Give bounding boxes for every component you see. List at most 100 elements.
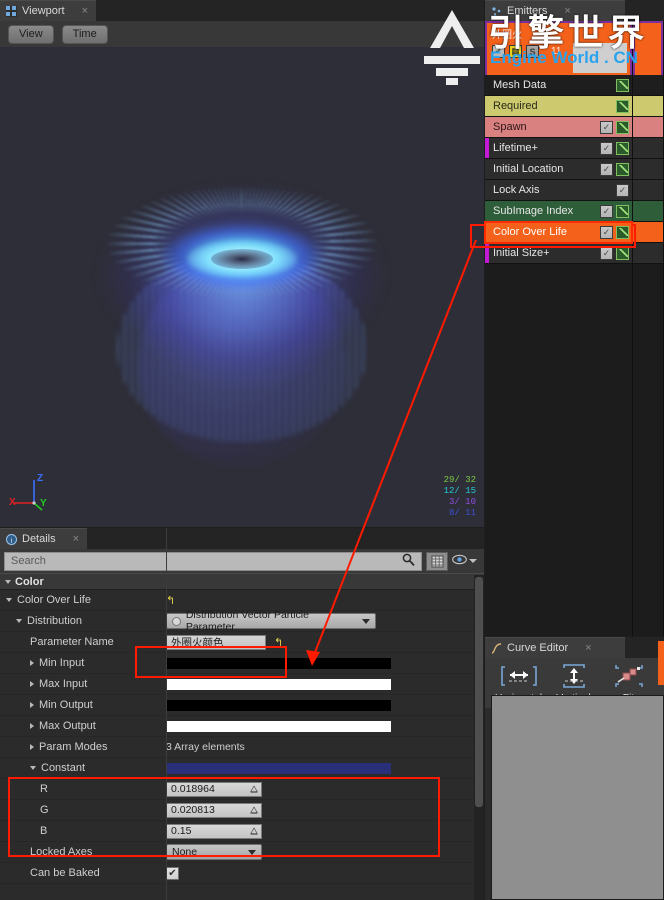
view-button[interactable]: View — [8, 24, 54, 44]
emitter-module-row-partial[interactable] — [633, 159, 663, 180]
distribution-dropdown[interactable]: Distribution Vector Particle Parameter — [166, 609, 376, 633]
parameter-name-input[interactable]: 外圈火颜色 — [166, 634, 266, 650]
emitter-module-row[interactable]: Initial Location ✓ — [485, 159, 632, 180]
property-row[interactable]: Distribution Distribution Vector Particle… — [0, 528, 484, 900]
module-enable-checkbox[interactable]: ✓ — [600, 225, 613, 239]
emitter-module-row[interactable]: Color Over Life ✓ — [484, 221, 633, 244]
module-curve-icon[interactable] — [616, 204, 629, 218]
module-curve-icon[interactable] — [616, 99, 629, 113]
module-curve-icon[interactable] — [616, 162, 629, 176]
viewport-canvas[interactable]: Z Y X 29/ 32 12/ 15 3/ 10 8/ 11 — [0, 47, 484, 527]
revert-icon[interactable]: ↰ — [166, 594, 175, 607]
emitter-module-row-partial[interactable] — [633, 201, 663, 222]
search-input[interactable]: Search — [4, 551, 422, 571]
emitter-module-row[interactable]: SubImage Index ✓ — [485, 201, 632, 222]
tab-curve-editor[interactable]: Curve Editor × — [485, 637, 625, 658]
color-swatch-black[interactable] — [166, 657, 391, 669]
property-row[interactable]: Parameter Name 外圈火颜色 ↰ — [0, 528, 484, 900]
property-row[interactable]: B 0.15 ⧋ — [0, 528, 484, 900]
color-swatch-white[interactable] — [166, 720, 391, 732]
close-icon[interactable]: × — [564, 5, 570, 17]
emitter-module-row[interactable]: Lifetime+ ✓ — [485, 138, 632, 159]
drag-spinner-icon[interactable]: ⧋ — [250, 805, 258, 816]
numeric-input-b[interactable]: 0.15 ⧋ — [166, 823, 262, 839]
can-be-baked-checkbox[interactable]: ✔ — [166, 866, 179, 880]
emitter-module-row-partial[interactable] — [633, 222, 663, 243]
module-enable-checkbox[interactable]: ✓ — [600, 204, 613, 218]
module-enable-checkbox[interactable]: ✓ — [600, 120, 613, 134]
module-enable-checkbox[interactable]: ✓ — [600, 246, 613, 260]
close-icon[interactable]: × — [585, 642, 591, 654]
locked-axes-dropdown[interactable]: None — [166, 844, 262, 860]
details-scrollbar-thumb[interactable] — [475, 577, 483, 807]
details-scrollbar[interactable] — [474, 575, 484, 900]
numeric-input-r[interactable]: 0.018964 ⧋ — [166, 781, 262, 797]
module-curve-icon[interactable] — [616, 78, 629, 92]
chevron-down-icon[interactable] — [469, 555, 477, 567]
curve-tabstrip: Curve Editor × — [485, 637, 664, 658]
chevron-right-icon[interactable] — [30, 723, 34, 729]
emitter-column[interactable]: 外圈火 ✔ ▦ S 11 Mesh Data Required Spawn ✓ Lifetime+… — [484, 21, 633, 636]
emitter-detail-mode-icon[interactable]: ▦ — [509, 45, 522, 58]
property-row[interactable]: Can be Baked ✔ — [0, 528, 484, 900]
search-icon[interactable] — [402, 553, 415, 569]
module-enable-checkbox[interactable]: ✓ — [600, 162, 613, 176]
close-icon[interactable]: × — [82, 5, 88, 17]
time-button[interactable]: Time — [61, 24, 108, 44]
emitter-module-row-partial[interactable] — [633, 138, 663, 159]
tab-details[interactable]: i Details × — [0, 528, 88, 549]
emitter-module-row-partial[interactable] — [633, 243, 663, 264]
close-icon[interactable]: × — [73, 533, 79, 545]
emitter-header[interactable]: 外圈火 ✔ ▦ S 11 — [485, 21, 632, 75]
emitter-enable-checkbox[interactable]: ✔ — [492, 45, 505, 58]
emitter-module-row-partial[interactable] — [633, 180, 663, 201]
revert-icon[interactable]: ↰ — [274, 636, 283, 649]
property-row[interactable]: Locked Axes None — [0, 528, 484, 900]
module-curve-icon[interactable] — [616, 246, 629, 260]
property-row[interactable]: Min Output — [0, 528, 484, 900]
drag-spinner-icon[interactable]: ⧋ — [250, 826, 258, 837]
module-curve-icon[interactable] — [616, 141, 629, 155]
chevron-down-icon[interactable] — [16, 619, 22, 623]
emitter-module-row-partial[interactable] — [633, 96, 663, 117]
property-row[interactable]: Param Modes 3 Array elements — [0, 528, 484, 900]
chevron-right-icon[interactable] — [30, 681, 34, 687]
module-curve-icon[interactable] — [616, 225, 629, 239]
property-row[interactable]: Max Input — [0, 528, 484, 900]
color-swatch-constant[interactable] — [166, 762, 391, 774]
property-row[interactable]: Color Over Life ↰ — [0, 528, 484, 900]
chevron-down-icon[interactable] — [6, 598, 12, 602]
curve-editor-graph-area[interactable] — [491, 695, 664, 900]
property-row[interactable]: R 0.018964 ⧋ — [0, 528, 484, 900]
module-enable-checkbox[interactable]: ✓ — [616, 183, 629, 197]
tab-viewport[interactable]: Viewport × — [0, 0, 97, 21]
property-row[interactable]: Min Input — [0, 528, 484, 900]
color-swatch-black[interactable] — [166, 699, 391, 711]
color-swatch-white[interactable] — [166, 678, 391, 690]
chevron-right-icon[interactable] — [30, 702, 34, 708]
property-row[interactable]: Max Output — [0, 528, 484, 900]
property-row[interactable]: G 0.020813 ⧋ — [0, 528, 484, 900]
eye-visibility-icon[interactable] — [452, 554, 467, 568]
emitter-module-row[interactable]: Lock Axis ✓ — [485, 180, 632, 201]
module-curve-icon[interactable] — [616, 120, 629, 134]
drag-spinner-icon[interactable]: ⧋ — [250, 784, 258, 795]
emitter-module-row[interactable]: Required — [485, 96, 632, 117]
emitter-module-row-partial[interactable] — [633, 117, 663, 138]
emitter-column-partial[interactable] — [633, 21, 664, 636]
chevron-down-icon[interactable] — [30, 766, 36, 770]
grid-view-icon[interactable] — [426, 551, 448, 571]
emitter-solo-button[interactable]: S — [526, 45, 539, 58]
emitter-header-partial[interactable] — [633, 21, 663, 75]
chevron-right-icon[interactable] — [30, 744, 34, 750]
emitter-module-row-partial[interactable] — [633, 75, 663, 96]
numeric-input-g[interactable]: 0.020813 ⧋ — [166, 802, 262, 818]
property-row[interactable]: Constant — [0, 528, 484, 900]
tab-emitters[interactable]: Emitters × — [485, 0, 625, 21]
emitter-module-row[interactable]: Spawn ✓ — [485, 117, 632, 138]
details-category-color[interactable]: Color — [0, 573, 484, 590]
chevron-right-icon[interactable] — [30, 660, 34, 666]
module-enable-checkbox[interactable]: ✓ — [600, 141, 613, 155]
emitter-module-row[interactable]: Initial Size+ ✓ — [485, 243, 632, 264]
emitter-module-row[interactable]: Mesh Data — [485, 75, 632, 96]
